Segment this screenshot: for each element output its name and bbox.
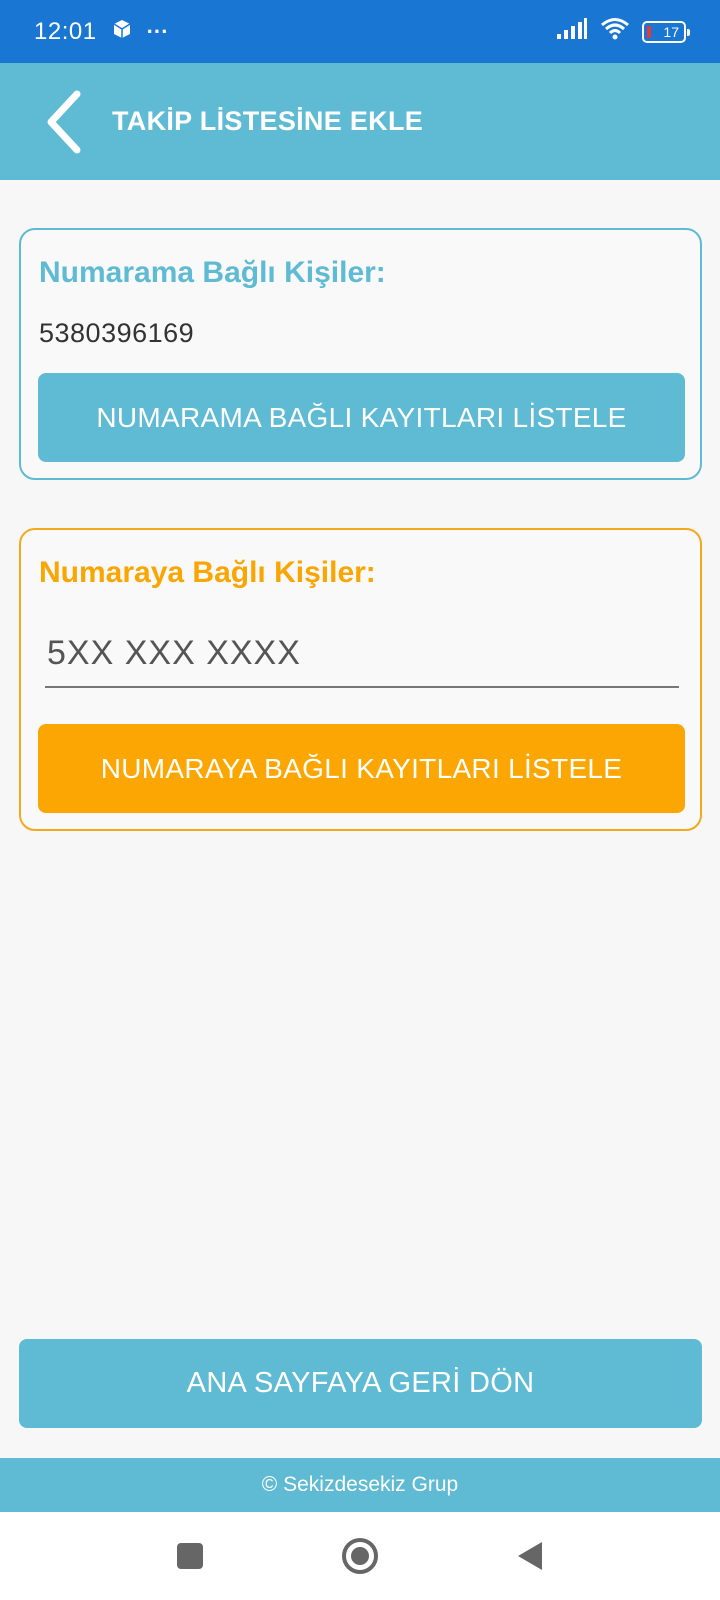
my-phone-number: 5380396169 [39,318,195,348]
phone-number-input[interactable] [45,620,679,686]
status-time: 12:01 [34,17,97,45]
back-to-home-button[interactable]: ANA SAYFAYA GERİ DÖN [19,1339,702,1428]
back-button[interactable] [28,87,98,157]
my-number-card: Numarama Bağlı Kişiler: 5380396169 NUMAR… [19,228,702,480]
my-number-card-title: Numarama Bağlı Kişiler: [39,256,386,289]
status-bar: 12:01 ··· 17 [0,0,720,63]
system-nav-bar [0,1512,720,1600]
signal-icon [556,18,588,45]
battery-icon: 17 [642,20,690,43]
home-nav-button[interactable] [330,1526,390,1586]
more-notifications: ··· [146,18,169,44]
back-triangle-icon [518,1542,542,1570]
app-bar: TAKİP LİSTESİNE EKLE [0,63,720,180]
page-title: TAKİP LİSTESİNE EKLE [112,106,424,136]
status-right: 17 [556,17,690,46]
wifi-icon [600,17,630,46]
recents-button[interactable] [160,1526,220,1586]
footer: © Sekizdesekiz Grup [0,1458,720,1512]
phone-input-wrapper [45,620,679,688]
home-circle-icon [342,1538,378,1574]
other-number-card: Numaraya Bağlı Kişiler: NUMARAYA BAĞLI K… [19,528,702,831]
back-nav-button[interactable] [500,1526,560,1586]
recents-square-icon [177,1543,203,1569]
other-number-card-title: Numaraya Bağlı Kişiler: [39,556,376,589]
box-icon [111,18,133,45]
list-other-number-records-button[interactable]: NUMARAYA BAĞLI KAYITLARI LİSTELE [38,724,685,813]
status-left: 12:01 ··· [34,18,169,46]
list-my-number-records-button[interactable]: NUMARAMA BAĞLI KAYITLARI LİSTELE [38,373,685,462]
chevron-left-icon [47,90,81,153]
